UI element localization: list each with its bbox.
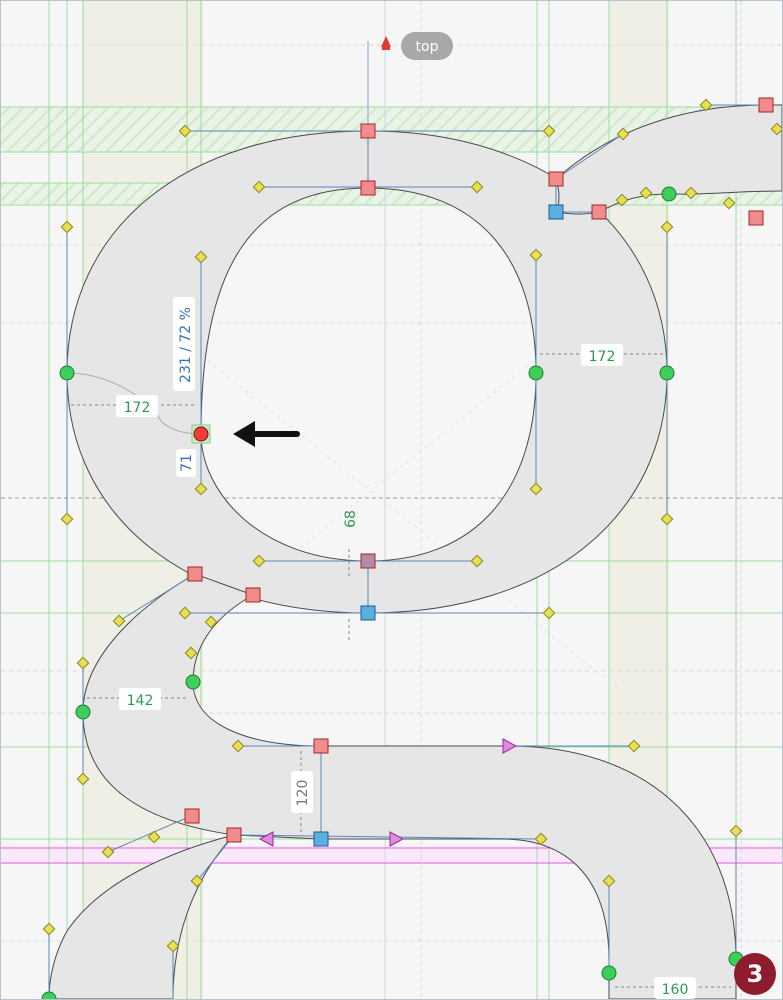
- selected-node[interactable]: [191, 424, 211, 444]
- notification-badge[interactable]: 3: [734, 953, 776, 995]
- measure-counter-right: 172: [589, 349, 616, 365]
- measure-tension: 231 / 72 %: [178, 307, 194, 383]
- measure-stem: 120: [295, 780, 311, 807]
- glyph-edit-canvas[interactable]: top 172 172 142 160 120 231 / 72 % 71 68…: [0, 0, 783, 1000]
- pointer-arrow-icon: [233, 421, 300, 447]
- measure-neck: 142: [127, 693, 154, 709]
- glyph-outline[interactable]: [48, 104, 782, 999]
- measure-counter-left: 172: [124, 400, 151, 416]
- top-guide-text: top: [416, 39, 439, 55]
- measure-bottom-gap: 68: [343, 510, 359, 528]
- glyph-svg[interactable]: top 172 172 142 160 120 231 / 72 % 71 68: [1, 1, 782, 999]
- measure-handle: 71: [179, 454, 195, 472]
- measure-tail: 160: [662, 982, 689, 998]
- top-anchor-icon[interactable]: [381, 36, 391, 50]
- top-guide-label[interactable]: top: [401, 32, 453, 60]
